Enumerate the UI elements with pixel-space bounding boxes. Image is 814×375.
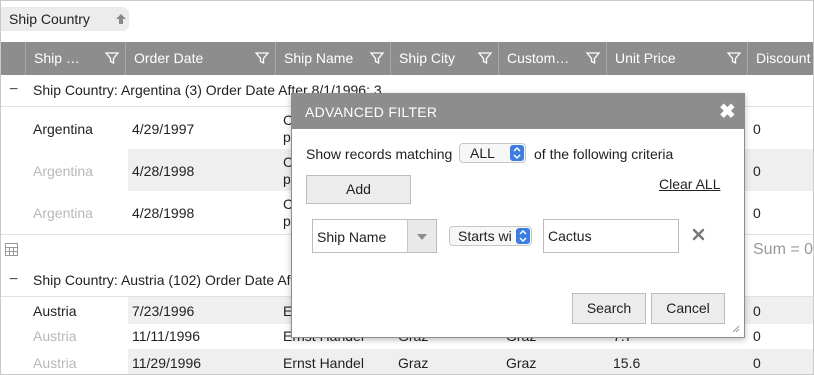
cell-ship-name: Ernst Handel xyxy=(283,355,364,371)
column-header-label: Ship Name xyxy=(284,50,354,66)
resize-grip-icon[interactable] xyxy=(732,325,740,333)
cell-ship-country: Argentina xyxy=(33,205,93,221)
cell-order-date: 4/28/1998 xyxy=(132,163,195,179)
arrow-up-icon[interactable] xyxy=(114,12,128,26)
filter-icon[interactable] xyxy=(370,51,384,65)
collapse-icon[interactable]: − xyxy=(9,81,18,99)
column-header-order-date[interactable]: Order Date xyxy=(125,42,275,75)
column-header-label: Discount xyxy=(756,50,811,66)
column-header-label: Order Date xyxy=(134,50,204,66)
filter-icon[interactable] xyxy=(105,51,119,65)
cell-ship-country: Argentina xyxy=(33,163,93,179)
match-prefix-label: Show records matching xyxy=(306,146,453,162)
criterion-value-input[interactable] xyxy=(543,219,679,253)
clear-all-link[interactable]: Clear ALL xyxy=(659,176,720,192)
cell-discount: 0 xyxy=(753,328,761,344)
operator-select[interactable]: Starts wi xyxy=(449,226,532,246)
cell-ship-country: Austria xyxy=(33,355,77,371)
cell-discount: 0 xyxy=(753,121,761,137)
group-by-panel: Ship Country xyxy=(1,1,813,42)
group-chip-ship-country[interactable]: Ship Country xyxy=(1,7,129,31)
data-grid: Ship Country Ship … Order Date Ship Name… xyxy=(0,0,814,375)
filter-icon[interactable] xyxy=(478,51,492,65)
advanced-filter-dialog: ADVANCED FILTER ✖ Show records matching … xyxy=(291,93,745,338)
column-header-label: Ship … xyxy=(34,50,80,66)
spinner-icon xyxy=(516,228,530,244)
cell-order-date: 4/28/1998 xyxy=(132,205,195,221)
column-header-label: Unit Price xyxy=(615,50,676,66)
match-mode-select[interactable]: ALL xyxy=(459,143,526,163)
cell-ship-country: Austria xyxy=(33,303,77,319)
cell-ship-country: Austria xyxy=(33,328,77,344)
cell-order-date: 4/29/1997 xyxy=(132,121,195,137)
filter-icon[interactable] xyxy=(727,51,741,65)
group-chip-label: Ship Country xyxy=(9,11,90,27)
column-header-label: Ship City xyxy=(399,50,456,66)
table-row[interactable]: Austria 11/29/1996 Ernst Handel Graz Gra… xyxy=(1,349,813,374)
search-button[interactable]: Search xyxy=(572,293,646,324)
match-mode-value: ALL xyxy=(470,145,495,161)
grid-header: Ship … Order Date Ship Name Ship City Cu… xyxy=(1,42,813,75)
column-header-ship-city[interactable]: Ship City xyxy=(390,42,498,75)
cell-discount: 0 xyxy=(753,355,761,371)
column-header-label: Custom… xyxy=(507,50,570,66)
remove-criterion-icon[interactable] xyxy=(692,228,705,244)
column-header-ship-country[interactable]: Ship … xyxy=(25,42,125,75)
filter-icon[interactable] xyxy=(255,51,269,65)
cell-ship-name-line2: p xyxy=(283,213,291,229)
match-suffix-label: of the following criteria xyxy=(534,146,674,162)
add-button[interactable]: Add xyxy=(306,175,411,204)
collapse-icon[interactable]: − xyxy=(9,271,18,289)
field-select-value: Ship Name xyxy=(317,229,387,245)
cell-discount: 0 xyxy=(753,303,761,319)
cell-unit-price: 15.6 xyxy=(613,355,641,371)
cell-ship-city: Graz xyxy=(398,355,429,371)
column-header-customer[interactable]: Custom… xyxy=(498,42,606,75)
operator-value: Starts wi xyxy=(458,228,512,244)
cell-ship-country: Argentina xyxy=(33,121,93,137)
cell-order-date: 11/11/1996 xyxy=(132,328,200,344)
field-select[interactable]: Ship Name xyxy=(312,219,437,253)
dialog-title: ADVANCED FILTER xyxy=(305,104,438,120)
dialog-title-bar[interactable]: ADVANCED FILTER ✖ xyxy=(292,94,744,129)
calculator-icon[interactable] xyxy=(5,243,18,256)
cell-customer: Graz xyxy=(506,355,537,371)
close-icon[interactable]: ✖ xyxy=(719,99,736,124)
cell-order-date: 11/29/1996 xyxy=(132,355,202,371)
cancel-button[interactable]: Cancel xyxy=(651,293,725,324)
column-header-discount[interactable]: Discount xyxy=(747,42,813,75)
column-header-unit-price[interactable]: Unit Price xyxy=(606,42,747,75)
cell-order-date: 7/23/1996 xyxy=(132,303,195,319)
cell-discount: 0 xyxy=(753,163,761,179)
column-header-ship-name[interactable]: Ship Name xyxy=(275,42,390,75)
chevron-down-icon[interactable] xyxy=(407,220,436,252)
cell-ship-name-line2: p xyxy=(283,129,291,145)
group-row-label: Ship Country: Austria (102) Order Date A… xyxy=(33,272,291,288)
cell-discount: 0 xyxy=(753,205,761,221)
spinner-icon xyxy=(510,145,524,161)
filter-icon[interactable] xyxy=(586,51,600,65)
cell-ship-name-line2: p xyxy=(283,171,291,187)
summary-sum: Sum = 0 xyxy=(753,241,814,258)
